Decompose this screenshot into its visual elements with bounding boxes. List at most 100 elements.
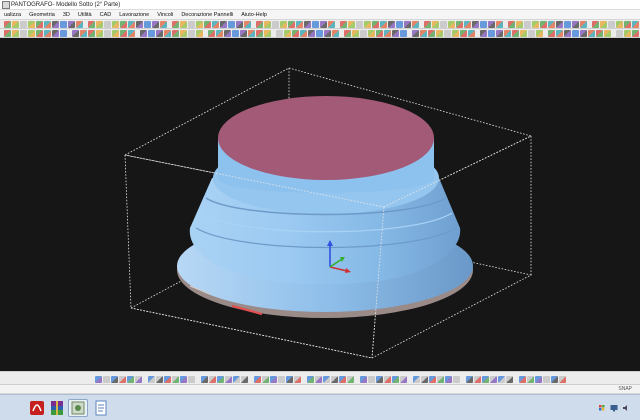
toolbar-button[interactable]: [180, 21, 187, 28]
toolbar-button[interactable]: [112, 30, 119, 37]
view-toolbar-button[interactable]: [453, 376, 460, 383]
toolbar-button[interactable]: [548, 30, 555, 37]
toolbar-button[interactable]: [520, 30, 527, 37]
toolbar-button[interactable]: [332, 30, 339, 37]
view-toolbar-button[interactable]: [286, 376, 293, 383]
toolbar-button[interactable]: [20, 21, 27, 28]
toolbar-button[interactable]: [316, 30, 323, 37]
toolbar-button[interactable]: [36, 30, 43, 37]
toolbar-button[interactable]: [468, 30, 475, 37]
toolbar-button[interactable]: [304, 21, 311, 28]
toolbar-button[interactable]: [52, 21, 59, 28]
toolbar-button[interactable]: [592, 21, 599, 28]
toolbar-button[interactable]: [204, 21, 211, 28]
toolbar-button[interactable]: [272, 21, 279, 28]
toolbar-button[interactable]: [264, 21, 271, 28]
toolbar-button[interactable]: [12, 21, 19, 28]
toolbar-button[interactable]: [428, 30, 435, 37]
view-toolbar-button[interactable]: [323, 376, 330, 383]
view-toolbar-button[interactable]: [392, 376, 399, 383]
toolbar-button[interactable]: [128, 30, 135, 37]
toolbar-button[interactable]: [508, 21, 515, 28]
toolbar-button[interactable]: [280, 21, 287, 28]
view-toolbar-button[interactable]: [413, 376, 420, 383]
view-toolbar-button[interactable]: [527, 376, 534, 383]
view-toolbar-button[interactable]: [331, 376, 338, 383]
toolbar-button[interactable]: [264, 30, 271, 37]
toolbar-button[interactable]: [392, 30, 399, 37]
toolbar-button[interactable]: [596, 30, 603, 37]
toolbar-button[interactable]: [624, 21, 631, 28]
view-toolbar-button[interactable]: [164, 376, 171, 383]
toolbar-button[interactable]: [96, 30, 103, 37]
view-toolbar-button[interactable]: [156, 376, 163, 383]
toolbar-button[interactable]: [496, 30, 503, 37]
toolbar-button[interactable]: [4, 21, 11, 28]
view-toolbar-button[interactable]: [535, 376, 542, 383]
toolbar-button[interactable]: [488, 30, 495, 37]
toolbar-button[interactable]: [324, 30, 331, 37]
toolbar-button[interactable]: [396, 21, 403, 28]
3d-viewport[interactable]: [0, 38, 640, 371]
toolbar-button[interactable]: [504, 30, 511, 37]
toolbar-button[interactable]: [20, 30, 27, 37]
toolbar-button[interactable]: [140, 30, 147, 37]
view-toolbar-button[interactable]: [376, 376, 383, 383]
toolbar-button[interactable]: [180, 30, 187, 37]
toolbar-button[interactable]: [104, 30, 111, 37]
toolbar-button[interactable]: [220, 21, 227, 28]
toolbar-button[interactable]: [136, 21, 143, 28]
toolbar-button[interactable]: [556, 21, 563, 28]
toolbar-button[interactable]: [44, 30, 51, 37]
toolbar-button[interactable]: [496, 21, 503, 28]
toolbar-button[interactable]: [604, 30, 611, 37]
toolbar-button[interactable]: [540, 21, 547, 28]
view-toolbar-button[interactable]: [498, 376, 505, 383]
toolbar-button[interactable]: [572, 30, 579, 37]
snap-indicator[interactable]: SNAP: [618, 386, 632, 393]
toolbar-button[interactable]: [536, 30, 543, 37]
toolbar-button[interactable]: [460, 30, 467, 37]
toolbar-button[interactable]: [188, 30, 195, 37]
toolbar-button[interactable]: [28, 21, 35, 28]
view-toolbar-button[interactable]: [135, 376, 142, 383]
view-toolbar-button[interactable]: [103, 376, 110, 383]
toolbar-button[interactable]: [172, 30, 179, 37]
toolbar-button[interactable]: [404, 21, 411, 28]
view-toolbar-button[interactable]: [262, 376, 269, 383]
view-toolbar-button[interactable]: [188, 376, 195, 383]
view-toolbar-button[interactable]: [111, 376, 118, 383]
toolbar-button[interactable]: [588, 30, 595, 37]
toolbar-button[interactable]: [424, 21, 431, 28]
toolbar-button[interactable]: [152, 21, 159, 28]
toolbar-button[interactable]: [160, 21, 167, 28]
toolbar-button[interactable]: [532, 21, 539, 28]
toolbar-button[interactable]: [608, 21, 615, 28]
toolbar-button[interactable]: [564, 21, 571, 28]
toolbar-button[interactable]: [348, 21, 355, 28]
view-toolbar-button[interactable]: [339, 376, 346, 383]
toolbar-button[interactable]: [60, 30, 67, 37]
view-toolbar-button[interactable]: [315, 376, 322, 383]
toolbar-button[interactable]: [196, 21, 203, 28]
toolbar-button[interactable]: [28, 30, 35, 37]
toolbar-button[interactable]: [372, 21, 379, 28]
view-toolbar-button[interactable]: [294, 376, 301, 383]
view-toolbar-button[interactable]: [270, 376, 277, 383]
toolbar-button[interactable]: [68, 21, 75, 28]
toolbar-button[interactable]: [624, 30, 631, 37]
toolbar-button[interactable]: [276, 30, 283, 37]
menu-item[interactable]: Utilità: [74, 10, 96, 20]
toolbar-button[interactable]: [340, 21, 347, 28]
toolbar-button[interactable]: [632, 21, 639, 28]
toolbar-button[interactable]: [356, 21, 363, 28]
view-toolbar-button[interactable]: [506, 376, 513, 383]
toolbar-button[interactable]: [144, 21, 151, 28]
toolbar-button[interactable]: [360, 30, 367, 37]
toolbar-button[interactable]: [464, 21, 471, 28]
view-toolbar-button[interactable]: [437, 376, 444, 383]
toolbar-button[interactable]: [248, 30, 255, 37]
toolbar-button[interactable]: [112, 21, 119, 28]
toolbar-button[interactable]: [436, 30, 443, 37]
flag-icon[interactable]: [598, 404, 606, 412]
